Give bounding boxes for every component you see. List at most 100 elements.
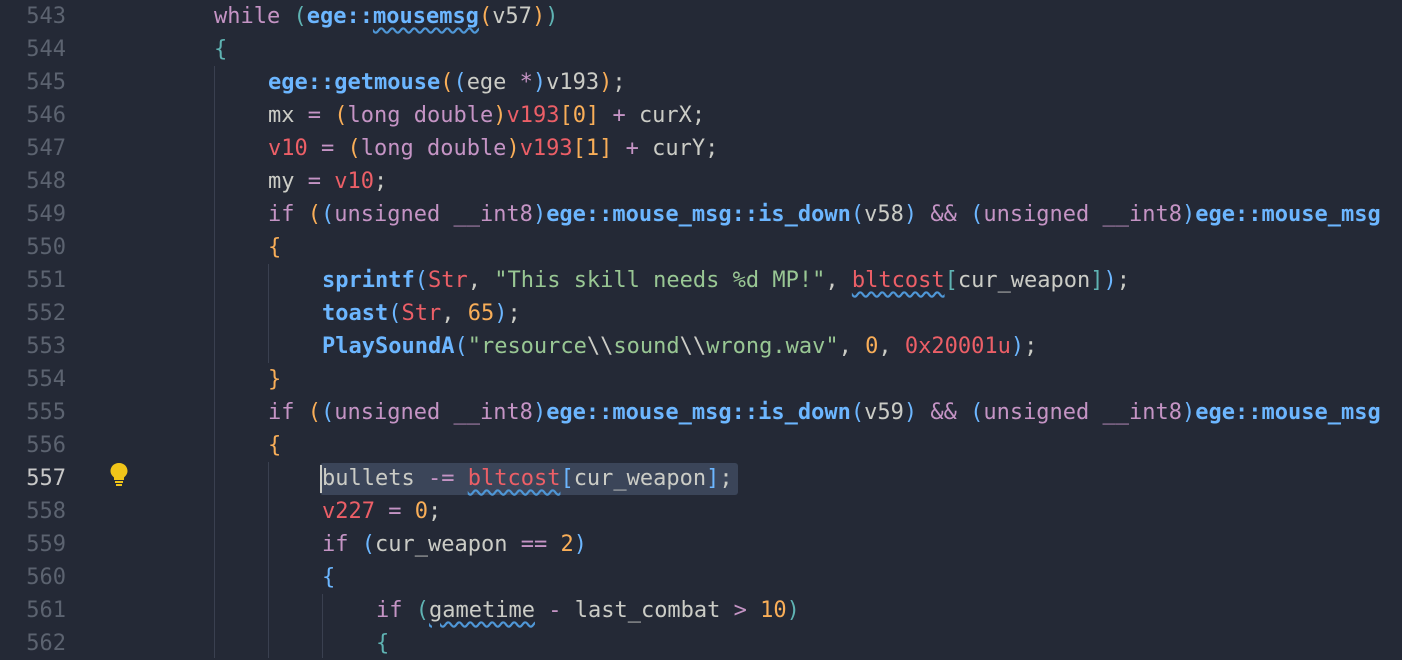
line-code[interactable]: while (ege::mousemsg(v57)): [214, 0, 558, 33]
code-token: mx: [268, 103, 308, 128]
code-token: while: [214, 4, 294, 29]
code-line[interactable]: 555 if ((unsigned __int8)ege::mouse_msg::…: [0, 396, 1402, 429]
code-token: >: [733, 598, 761, 623]
code-line[interactable]: 543 while (ege::mousemsg(v57)): [0, 0, 1402, 33]
code-token: ]: [599, 136, 626, 161]
line-number: 562: [26, 631, 66, 656]
code-token: cur_weapon: [573, 466, 707, 491]
line-number: 557: [26, 466, 66, 491]
line-code[interactable]: if ((unsigned __int8)ege::mouse_msg::is_…: [268, 198, 1381, 231]
line-number: 552: [26, 301, 66, 326]
code-token: &&: [930, 400, 971, 425]
code-token: curY;: [652, 136, 719, 161]
line-code[interactable]: bullets -= bltcost[cur_weapon];: [322, 462, 733, 495]
line-code[interactable]: if (gametime - last_combat > 10): [376, 594, 800, 627]
line-code[interactable]: ege::getmouse((ege *)v193);: [268, 66, 626, 99]
code-token: bullets: [322, 466, 428, 491]
code-token: 10: [760, 598, 787, 623]
code-token: ==: [520, 532, 561, 557]
line-code[interactable]: if (cur_weapon == 2): [322, 528, 587, 561]
code-token: ): [506, 136, 520, 161]
code-token: (: [478, 4, 493, 29]
line-code[interactable]: my = v10;: [268, 165, 387, 198]
line-code[interactable]: mx = (long double)v193[0] + curX;: [268, 99, 705, 132]
line-code[interactable]: {: [322, 561, 335, 594]
code-token: ;: [612, 70, 626, 95]
code-line[interactable]: 544 {: [0, 33, 1402, 66]
code-token: last_combat: [574, 598, 734, 623]
code-token: -=: [427, 466, 468, 491]
code-line[interactable]: 545 ege::getmouse((ege *)v193);: [0, 66, 1402, 99]
code-token: unsigned __int8: [334, 400, 533, 425]
line-code[interactable]: v10 = (long double)v193[1] + curY;: [268, 132, 718, 165]
code-line[interactable]: 548 my = v10;: [0, 165, 1402, 198]
line-number: 547: [26, 136, 66, 161]
code-line[interactable]: 562 {: [0, 627, 1402, 660]
line-code[interactable]: v227 = 0;: [322, 495, 441, 528]
code-line[interactable]: 559 if (cur_weapon == 2): [0, 528, 1402, 561]
line-code[interactable]: {: [268, 429, 281, 462]
line-number: 555: [26, 400, 66, 425]
code-line[interactable]: 549 if ((unsigned __int8)ege::mouse_msg::…: [0, 198, 1402, 231]
code-line[interactable]: 554}: [0, 363, 1402, 396]
line-code[interactable]: if ((unsigned __int8)ege::mouse_msg::is_…: [268, 396, 1381, 429]
code-token: &&: [930, 202, 971, 227]
line-code[interactable]: PlaySoundA("resource\\sound\\wrong.wav",…: [322, 330, 1037, 363]
code-line[interactable]: 560 {: [0, 561, 1402, 594]
code-token: v10: [268, 136, 321, 161]
code-token: curX;: [638, 103, 706, 128]
code-line[interactable]: 547 v10 = (long double)v193[1] + curY;: [0, 132, 1402, 165]
code-token: v59: [864, 400, 904, 425]
code-token: (: [321, 400, 335, 425]
line-code[interactable]: {: [376, 627, 389, 660]
code-token: cur_weapon: [957, 268, 1091, 293]
code-token: ;: [1024, 334, 1038, 359]
code-line[interactable]: 557 bullets -= bltcost[cur_weapon];: [0, 462, 1402, 495]
line-code[interactable]: {: [214, 33, 227, 66]
code-token: ): [903, 202, 931, 227]
code-token: {: [214, 37, 228, 62]
code-editor[interactable]: 543 while (ege::mousemsg(v57)) 544{545 ege:…: [0, 0, 1402, 658]
code-token: ): [1182, 400, 1196, 425]
code-token: ): [1010, 334, 1025, 359]
line-code[interactable]: toast(Str, 65);: [322, 297, 521, 330]
code-token: ege::getmouse: [268, 70, 441, 95]
code-token: (: [361, 532, 375, 557]
line-code[interactable]: {: [268, 231, 281, 264]
code-token: unsigned __int8: [983, 202, 1183, 227]
code-line[interactable]: 553 PlaySoundA("resource\\sound\\wrong.wa…: [0, 330, 1402, 363]
code-token: 2: [560, 532, 574, 557]
code-token: {: [322, 565, 336, 590]
code-token: \\: [679, 334, 707, 359]
code-token: if: [268, 400, 308, 425]
code-line[interactable]: 550 {: [0, 231, 1402, 264]
code-token: (: [321, 202, 335, 227]
code-token: PlaySoundA: [322, 334, 455, 359]
code-token: (: [415, 598, 429, 623]
code-token: [: [559, 103, 573, 128]
code-line[interactable]: 561 if (gametime - last_combat > 10): [0, 594, 1402, 627]
code-token: mousemsg: [372, 4, 479, 29]
code-token: }: [268, 367, 282, 392]
code-token: ege::mouse_msg::is_down: [546, 202, 851, 227]
line-number: 554: [26, 367, 66, 392]
code-token: v193: [519, 136, 573, 161]
code-token: 0: [414, 499, 428, 524]
code-line[interactable]: 546 mx = (long double)v193[0] + curX;: [0, 99, 1402, 132]
code-token: long double: [360, 136, 507, 161]
code-token: ): [532, 202, 547, 227]
code-token: +: [625, 136, 653, 161]
code-token: -: [534, 598, 575, 623]
line-code[interactable]: sprintf(Str, "This skill needs %d MP!", …: [322, 264, 1130, 297]
line-number: 551: [26, 268, 66, 293]
code-line[interactable]: 551 sprintf(Str, "This skill needs %d MP!…: [0, 264, 1402, 297]
code-token: ege::mouse_msg: [1195, 400, 1381, 425]
code-token: ,: [878, 334, 905, 359]
code-line[interactable]: 556 {: [0, 429, 1402, 462]
code-line[interactable]: 552 toast(Str, 65);: [0, 297, 1402, 330]
code-token: 0x20001u: [904, 334, 1011, 359]
line-number: 549: [26, 202, 66, 227]
line-code[interactable]: }: [268, 363, 281, 396]
code-token: ;: [507, 301, 521, 326]
code-line[interactable]: 558 v227 = 0;: [0, 495, 1402, 528]
